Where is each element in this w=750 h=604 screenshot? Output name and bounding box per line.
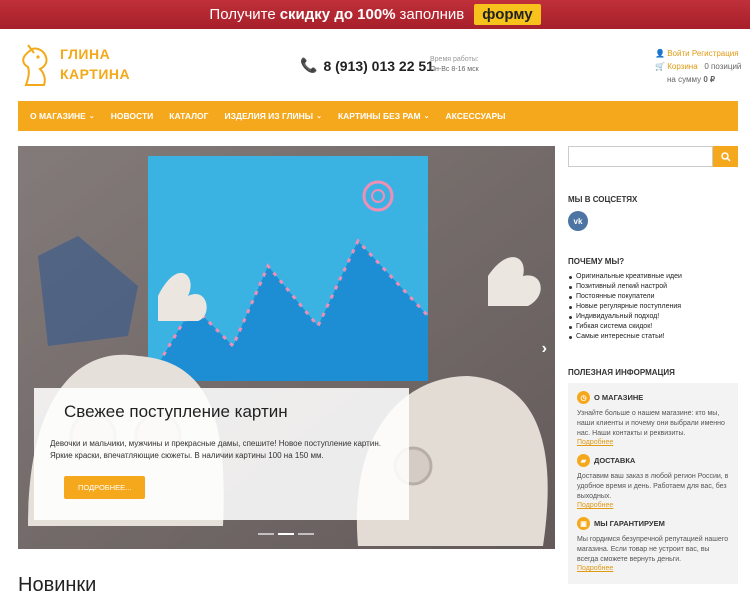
nav-item-5[interactable]: АКСЕССУАРЫ	[437, 101, 513, 131]
chevron-right-icon[interactable]: ›	[542, 340, 547, 358]
user-icon: 👤	[655, 49, 665, 58]
hours-value: Пн-Вс 8-16 мск	[430, 66, 479, 73]
hours-label: Время работы:	[430, 56, 479, 63]
slide-more-button[interactable]: ПОДРОБНЕЕ...	[64, 476, 146, 499]
info-block-more-link[interactable]: Подробнее	[577, 502, 729, 509]
search-input[interactable]	[568, 146, 713, 167]
logo-line2: КАРТИНА	[60, 66, 131, 82]
phone-number: 8 (913) 013 22 51	[323, 57, 434, 74]
search-button[interactable]	[713, 146, 738, 167]
info-title: ПОЛЕЗНАЯ ИНФОРМАЦИЯ	[568, 368, 675, 377]
new-products-title: Новинки	[18, 574, 97, 596]
promo-banner: Получите скидку до 100% заполнив форму	[0, 0, 750, 29]
why-item: Позитивный легкий настрой	[568, 282, 738, 292]
slide-caption: Свежее поступление картин Девочки и маль…	[34, 388, 409, 520]
nav-item-0[interactable]: О МАГАЗИНЕ ⌄	[22, 101, 103, 131]
phone[interactable]: 📞 8 (913) 013 22 51	[300, 57, 434, 74]
slider-dot[interactable]	[258, 533, 274, 535]
info-block-head: ▰ ДОСТАВКА	[577, 454, 729, 467]
why-item: Постоянные покупатели	[568, 292, 738, 302]
info-box: ◷ О МАГАЗИНЕ Узнайте больше о нашем магази…	[568, 383, 738, 584]
nav-item-2[interactable]: КАТАЛОГ	[161, 101, 216, 131]
vk-icon[interactable]: vk	[568, 211, 588, 231]
promo-form-button[interactable]: форму	[474, 4, 541, 25]
cart-link[interactable]: Корзина	[667, 62, 697, 71]
nav-item-4[interactable]: КАРТИНЫ БЕЗ РАМ ⌄	[330, 101, 438, 131]
nav-item-1[interactable]: НОВОСТИ	[103, 101, 162, 131]
truck-icon: ▰	[577, 454, 590, 467]
register-link[interactable]: Регистрация	[692, 49, 739, 58]
nav-item-3[interactable]: ИЗДЕЛИЯ ИЗ ГЛИНЫ ⌄	[216, 101, 330, 131]
phone-icon: 📞	[300, 57, 318, 73]
search-form	[568, 146, 738, 167]
clock-icon: ◷	[577, 391, 590, 404]
promo-text-post: заполнив	[399, 6, 465, 23]
info-block-head: ▣ МЫ ГАРАНТИРУЕМ	[577, 517, 729, 530]
logo-line1: ГЛИНА	[60, 46, 111, 62]
info-block-title: ДОСТАВКА	[594, 456, 636, 465]
work-hours: Время работы: Пн-Вс 8-16 мск	[430, 55, 479, 75]
social-title: МЫ В СОЦСЕТЯХ	[568, 195, 638, 204]
account-area: 👤 Войти Регистрация 🛒 Корзина 0 позиций …	[655, 47, 741, 86]
main-nav: О МАГАЗИНЕ ⌄ НОВОСТИ КАТАЛОГ ИЗДЕЛИЯ ИЗ ГЛИН…	[18, 101, 738, 131]
nav-item-label: ИЗДЕЛИЯ ИЗ ГЛИНЫ	[224, 111, 314, 121]
cart-count: 0 позиций	[704, 62, 742, 71]
why-item: Самые интересные статьи!	[568, 332, 738, 342]
slider-dot[interactable]	[298, 533, 314, 535]
cart-icon: 🛒	[655, 62, 665, 71]
nav-item-label: АКСЕССУАРЫ	[445, 111, 506, 121]
why-title: ПОЧЕМУ МЫ?	[568, 257, 625, 266]
nav-item-label: НОВОСТИ	[110, 111, 154, 121]
why-item: Гибкая система скидок!	[568, 322, 738, 332]
slider-dots	[258, 533, 314, 535]
chevron-down-icon: ⌄	[316, 113, 322, 120]
cart-sum-label: на сумму	[667, 75, 702, 84]
slide-text: Девочки и мальчики, мужчины и прекрасные…	[50, 439, 381, 460]
promo-text-bold: скидку до 100%	[279, 6, 396, 23]
info-block-more-link[interactable]: Подробнее	[577, 439, 729, 446]
info-block-title: О МАГАЗИНЕ	[594, 393, 644, 402]
search-icon	[720, 151, 731, 162]
promo-text-pre: Получите	[209, 6, 276, 23]
chevron-down-icon: ⌄	[88, 113, 95, 120]
why-item: Оригинальные креативные идеи	[568, 272, 738, 282]
info-block: ▣ МЫ ГАРАНТИРУЕМ Мы гордимся безупречной р…	[577, 517, 729, 572]
why-list: Оригинальные креативные идеи Позитивный л…	[568, 272, 738, 342]
info-block-head: ◷ О МАГАЗИНЕ	[577, 391, 729, 404]
slide-title: Свежее поступление картин	[64, 402, 288, 421]
nav-item-label: КАРТИНЫ БЕЗ РАМ	[337, 111, 421, 121]
logo[interactable]: ГЛИНА КАРТИНА	[18, 39, 130, 89]
nav-item-label: КАТАЛОГ	[169, 111, 209, 121]
why-item: Новые регулярные поступления	[568, 302, 738, 312]
header: ГЛИНА КАРТИНА 📞 8 (913) 013 22 51 Время …	[0, 29, 750, 101]
hero-slider: Свежее поступление картин Девочки и маль…	[18, 146, 555, 549]
chevron-down-icon: ⌄	[423, 113, 430, 120]
unicorn-logo-icon	[22, 44, 48, 86]
why-item: Индивидуальный подход!	[568, 312, 738, 322]
cart-sum: 0 ₽	[703, 75, 716, 84]
info-block: ▰ ДОСТАВКА Доставим ваш заказ в любой реги…	[577, 454, 729, 509]
info-block-title: МЫ ГАРАНТИРУЕМ	[594, 519, 665, 528]
lock-icon: ▣	[577, 517, 590, 530]
info-block-more-link[interactable]: Подробнее	[577, 565, 729, 572]
info-block: ◷ О МАГАЗИНЕ Узнайте больше о нашем магази…	[577, 391, 729, 446]
info-block-text: Доставим ваш заказ в любой регион России…	[577, 473, 729, 500]
info-block-text: Мы гордимся безупречной репутацией нашег…	[577, 536, 729, 563]
nav-item-label: О МАГАЗИНЕ	[30, 111, 86, 121]
login-link[interactable]: Войти	[667, 49, 689, 58]
info-block-text: Узнайте больше о нашем магазине: кто мы,…	[577, 410, 725, 437]
sidebar: МЫ В СОЦСЕТЯХ vk ПОЧЕМУ МЫ? Оригинальные…	[568, 146, 738, 584]
slider-dot[interactable]	[278, 533, 294, 535]
